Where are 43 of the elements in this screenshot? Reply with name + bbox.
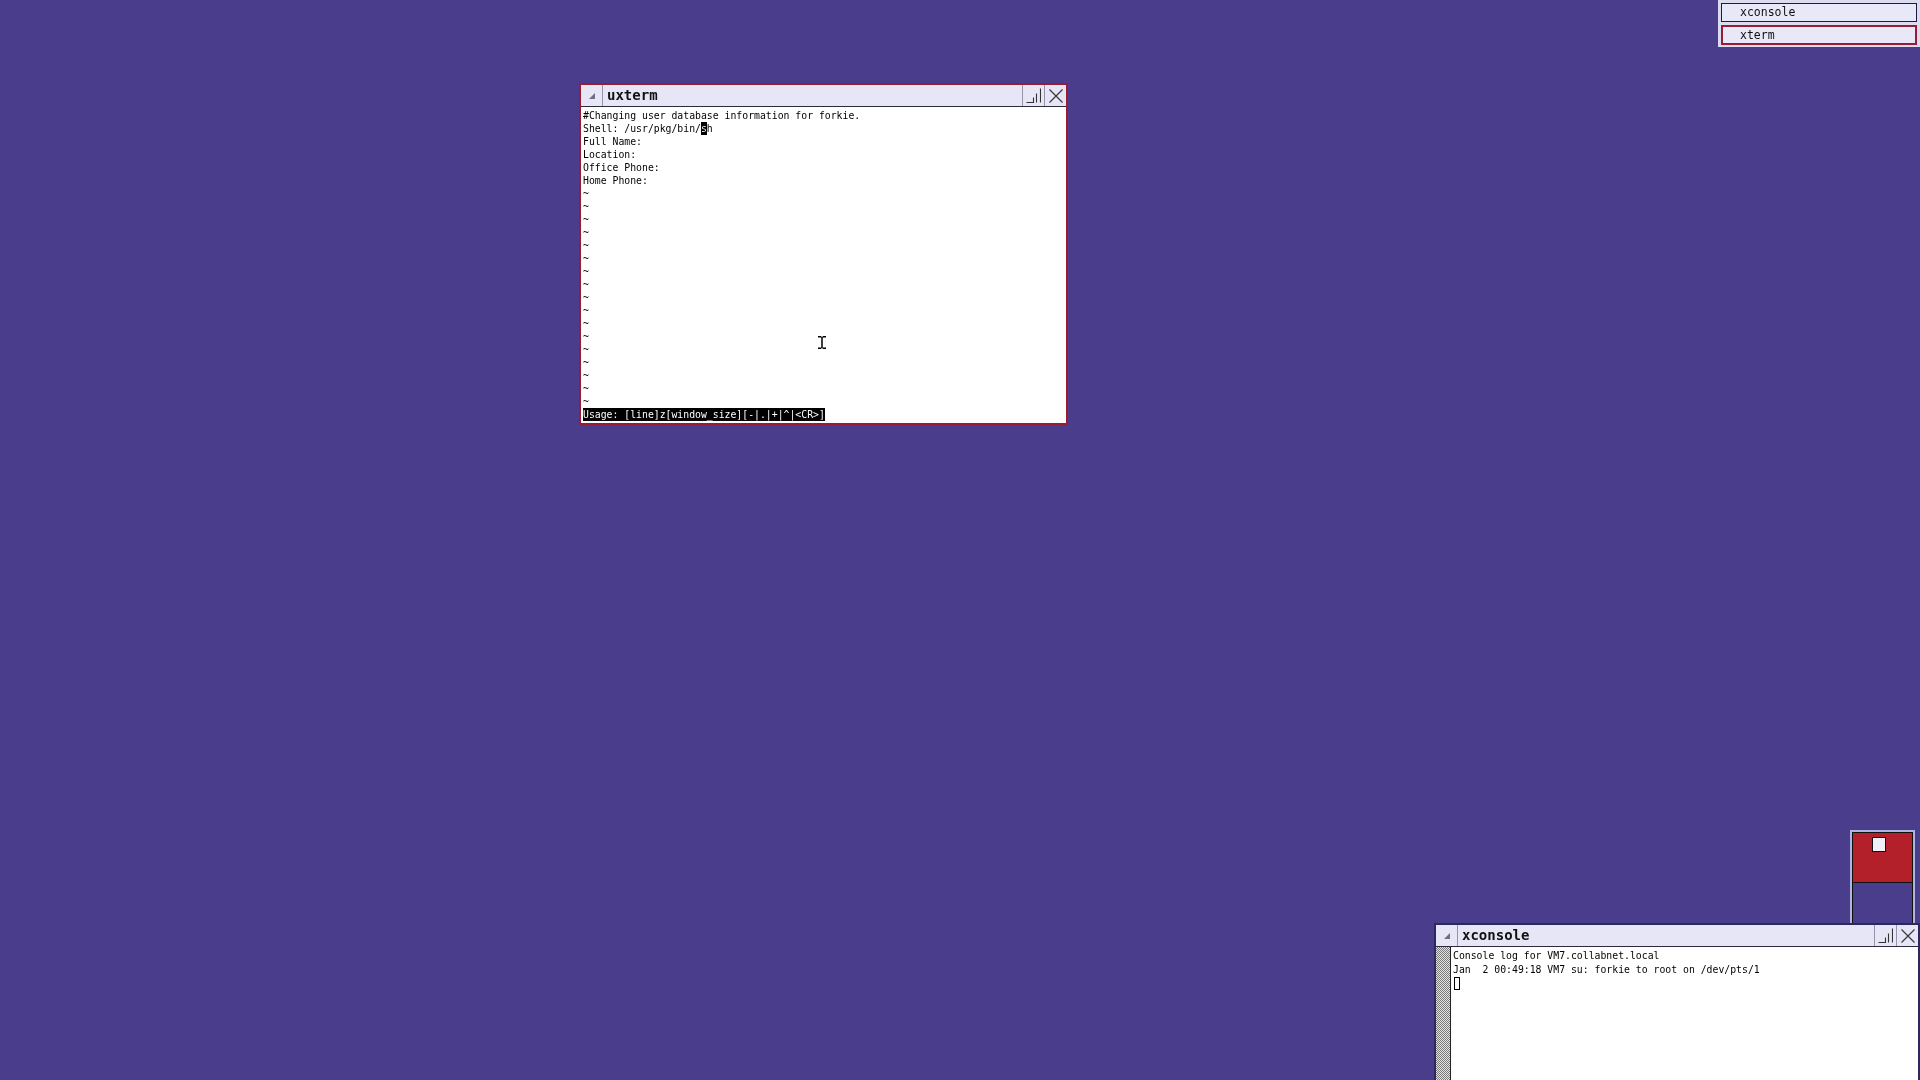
resize-button[interactable]: [1874, 925, 1896, 946]
terminal-line: ~: [583, 278, 589, 291]
terminal-line: Location:: [583, 148, 637, 161]
terminal-line: ~: [583, 252, 589, 265]
window-title: xconsole: [1461, 926, 1530, 945]
terminal-line: Jan 2 00:49:18 VM7 su: forkie to root on /dev/pts/1: [1453, 963, 1760, 977]
bars-icon: [1878, 928, 1893, 943]
close-button[interactable]: [1896, 925, 1918, 946]
terminal-line: #Changing user database information for forkie.: [583, 109, 861, 122]
icon-manager-entry[interactable]: xterm: [1721, 25, 1917, 45]
icon-manager-entry[interactable]: xconsole: [1721, 3, 1917, 22]
terminal-line: ~: [583, 317, 589, 330]
terminal-line: ~: [583, 304, 589, 317]
terminal-line: ~: [583, 382, 589, 395]
workspace-tile[interactable]: [1852, 883, 1913, 923]
terminal-line: ~: [583, 356, 589, 369]
workspace-tile[interactable]: [1852, 832, 1913, 883]
terminal-line: ~: [583, 187, 589, 200]
close-icon: [1900, 928, 1915, 943]
bars-icon: [1026, 88, 1041, 103]
terminal-line: Office Phone:: [583, 161, 660, 174]
terminal-line: ~: [583, 200, 589, 213]
terminal-line: ~: [583, 330, 589, 343]
terminal-line: ~: [583, 213, 589, 226]
window-title: uxterm: [606, 86, 658, 105]
terminal-line: ~: [583, 343, 589, 356]
terminal-line: ~: [583, 265, 589, 278]
terminal-line: Full Name:: [583, 135, 642, 148]
terminal-line: Home Phone:: [583, 174, 648, 187]
scrollbar[interactable]: [1436, 947, 1451, 1080]
terminal-line: ~: [583, 239, 589, 252]
triangle-icon: [1443, 932, 1450, 939]
terminal-line: Console log for VM7.collabnet.local: [1453, 949, 1660, 963]
i-beam-pointer-icon: [818, 336, 826, 349]
close-button[interactable]: [1044, 85, 1066, 106]
text-cursor-icon: [1454, 977, 1460, 990]
resize-button[interactable]: [1022, 85, 1044, 106]
terminal-line: ~: [583, 226, 589, 239]
terminal-line: ~: [583, 291, 589, 304]
terminal-line: ~: [583, 395, 589, 408]
triangle-icon: [588, 92, 595, 99]
close-icon: [1048, 88, 1063, 103]
terminal-line: ~: [583, 369, 589, 382]
